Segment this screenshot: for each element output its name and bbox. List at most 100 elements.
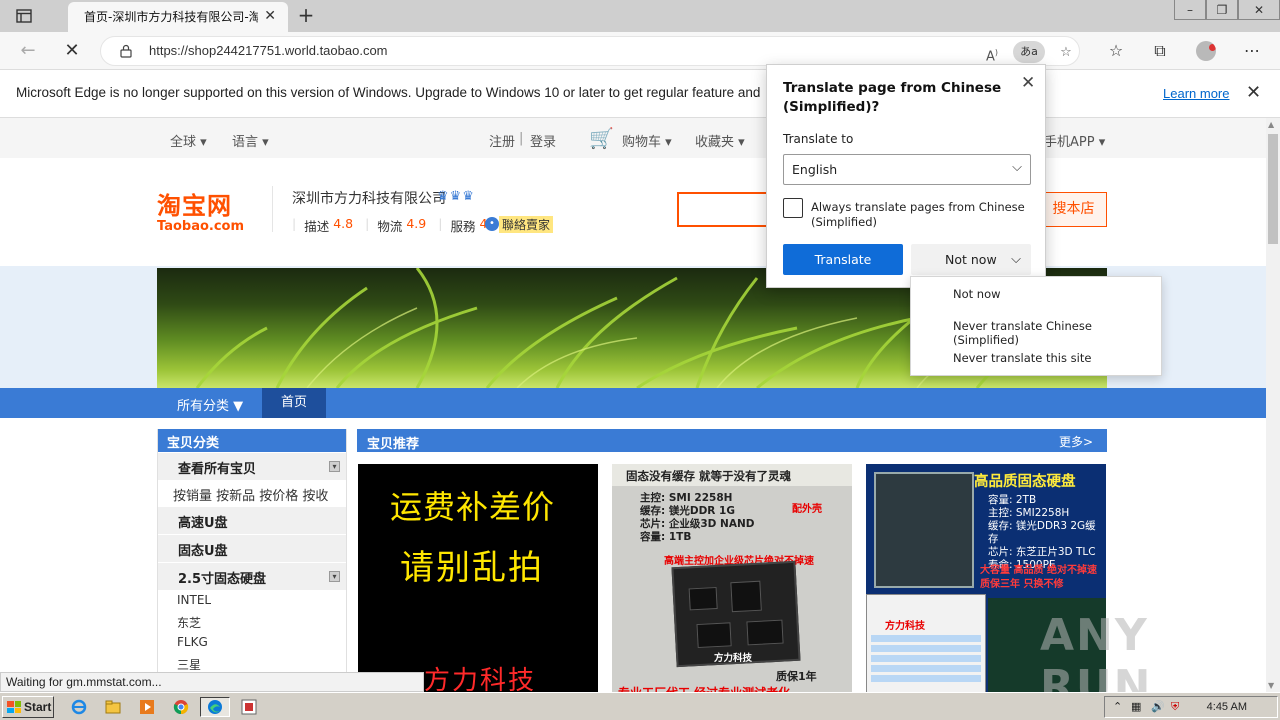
url-field[interactable]: https://shop244217751.world.taobao.com A…	[100, 36, 1080, 66]
not-now-dropdown: Not now Never translate Chinese (Simplif…	[910, 276, 1162, 376]
cart-icon[interactable]: 🛒	[589, 126, 614, 150]
menu-item-not-now[interactable]: Not now	[911, 277, 1161, 309]
sort-links[interactable]: 按销量 按新品 按价格 按收藏	[158, 480, 346, 523]
add-favorite-icon[interactable]: ☆	[1055, 43, 1077, 63]
read-aloud-icon[interactable]: A)	[981, 43, 1003, 64]
close-tab-icon[interactable]: ✕	[264, 8, 276, 32]
url-text: https://shop244217751.world.taobao.com	[149, 43, 388, 58]
product-card-ssd-1tb[interactable]: 固态没有缓存 就等于没有了灵魂 主控: SMI 2258H 缓存: 镁光DDR …	[612, 464, 852, 692]
translate-title: Translate page from Chinese (Simplified)…	[783, 80, 1002, 115]
windows-taskbar: Start ⌃ ▦ 🔊 ⛨ 4:45 AM	[0, 692, 1280, 720]
tab-actions-icon[interactable]	[8, 6, 40, 26]
all-categories-menu[interactable]: 所有分类 ▼	[177, 395, 243, 414]
shop-ratings: | 描述4.8 | 物流4.9 | 服務4.9	[292, 216, 499, 234]
not-now-button[interactable]: Not now ⌵	[911, 244, 1031, 275]
lock-icon[interactable]	[119, 44, 133, 58]
translate-icon[interactable]: あa	[1013, 41, 1045, 63]
unsupported-os-infobar: Microsoft Edge is no longer supported on…	[0, 70, 1280, 118]
category-25-ssd[interactable]: 2.5寸固态硬盘 ▾	[158, 562, 346, 590]
home-tab[interactable]: 首页	[262, 388, 326, 418]
sidebar-title: 宝贝分类	[158, 429, 346, 452]
scroll-down-icon[interactable]: ▼	[1268, 681, 1274, 690]
close-window-button[interactable]: ✕	[1238, 0, 1280, 20]
global-menu[interactable]: 全球 ▾	[170, 131, 207, 150]
site-top-bar: 全球 ▾ 语言 ▾ 注册 | 登录 🛒 购物车 ▾ 收藏夹 ▾ 手机APP ▾	[0, 118, 1266, 158]
taobao-logo[interactable]: 淘宝网 Taobao.com	[157, 186, 257, 236]
show-hidden-icons[interactable]: ⌃	[1113, 700, 1122, 713]
favorites-icon[interactable]: ☆	[1105, 41, 1127, 61]
category-usb-fast[interactable]: 高速U盘	[158, 506, 346, 534]
app-icon[interactable]	[238, 697, 260, 717]
category-sidebar: 宝贝分类 查看所有宝贝▾ 按销量 按新品 按价格 按收藏 高速U盘 固态U盘 2…	[157, 429, 347, 692]
sub-item-flkg[interactable]: FLKG	[158, 632, 346, 653]
chat-icon: •	[485, 217, 499, 231]
collections-icon[interactable]: ⧉	[1149, 41, 1171, 61]
translate-to-label: Translate to	[783, 132, 854, 146]
tab-bar: 首页-深圳市方力科技有限公司-淘宝网 ✕ + – ❐ ✕	[0, 0, 1280, 32]
scroll-up-icon[interactable]: ▲	[1268, 120, 1274, 129]
translate-button[interactable]: Translate	[783, 244, 903, 275]
close-popup-icon[interactable]: ✕	[1021, 73, 1035, 93]
back-icon[interactable]: ←	[16, 40, 40, 62]
view-all-items[interactable]: 查看所有宝贝 ▾	[158, 452, 346, 480]
browser-tab[interactable]: 首页-深圳市方力科技有限公司-淘宝网 ✕	[68, 2, 288, 32]
minimize-button[interactable]: –	[1174, 0, 1206, 20]
more-link[interactable]: 更多>	[1059, 433, 1093, 450]
sub-item-intel[interactable]: INTEL	[158, 590, 346, 611]
window-controls: – ❐ ✕	[1174, 0, 1280, 32]
menu-item-never-translate-site[interactable]: Never translate this site	[911, 341, 1161, 373]
benchmark-screenshot: 方力科技	[866, 594, 986, 692]
recommended-header: 宝贝推荐 更多>	[357, 429, 1107, 452]
mobile-app-menu[interactable]: 手机APP ▾	[1044, 131, 1105, 150]
login-link[interactable]: 登录	[530, 131, 556, 150]
chevron-down-icon[interactable]: ⌵	[1011, 244, 1021, 275]
ie-icon[interactable]	[68, 697, 90, 717]
close-infobar-icon[interactable]: ✕	[1246, 82, 1261, 103]
security-icon[interactable]: ⛨	[1171, 700, 1179, 714]
register-link[interactable]: 注册	[489, 131, 515, 150]
media-player-icon[interactable]	[136, 697, 158, 717]
profile-icon[interactable]	[1196, 41, 1216, 61]
new-tab-button[interactable]: +	[294, 4, 318, 28]
search-shop-button[interactable]: 搜本店	[1040, 192, 1107, 227]
sub-item-toshiba[interactable]: 东芝	[158, 611, 346, 632]
chevron-down-icon: ⌵	[1012, 160, 1022, 175]
product-card-shipping[interactable]: 运费补差价 请别乱拍 方力科技	[358, 464, 598, 692]
category-ssd-usb[interactable]: 固态U盘	[158, 534, 346, 562]
clock: 4:45 AM	[1206, 701, 1247, 713]
menu-item-never-translate-language[interactable]: Never translate Chinese (Simplified)	[911, 309, 1161, 347]
language-menu[interactable]: 语言 ▾	[232, 131, 269, 150]
always-translate-checkbox[interactable]	[783, 198, 803, 218]
chrome-icon[interactable]	[170, 697, 192, 717]
edge-taskbar-button[interactable]	[200, 697, 230, 717]
sub-item-samsung[interactable]: 三星	[158, 653, 346, 674]
favorites-menu[interactable]: 收藏夹 ▾	[695, 131, 745, 150]
anyrun-watermark: ANY RUN	[1040, 610, 1153, 692]
collapse-icon[interactable]: ▾	[329, 461, 340, 472]
start-button[interactable]: Start	[2, 696, 54, 718]
search-input[interactable]	[677, 192, 777, 227]
cart-menu[interactable]: 购物车 ▾	[622, 131, 672, 150]
learn-more-link[interactable]: Learn more	[1163, 86, 1229, 101]
page-scrollbar[interactable]: ▲ ▼	[1266, 118, 1280, 692]
tab-title: 首页-深圳市方力科技有限公司-淘宝网	[84, 10, 259, 24]
shop-name[interactable]: 深圳市方力科技有限公司	[292, 188, 446, 208]
crown-rating-icon: ♛♛♛	[437, 189, 475, 204]
system-tray: ⌃ ▦ 🔊 ⛨ 4:45 AM	[1104, 696, 1278, 718]
more-icon[interactable]: ⋯	[1241, 41, 1263, 61]
stop-icon[interactable]: ✕	[60, 40, 84, 62]
volume-icon[interactable]: 🔊	[1151, 700, 1165, 713]
contact-seller-button[interactable]: • 聯絡賣家	[485, 215, 554, 233]
shop-header: 淘宝网 Taobao.com 深圳市方力科技有限公司 ♛♛♛ | 描述 4.8 |…	[0, 158, 1266, 266]
network-icon[interactable]: ▦	[1131, 700, 1141, 713]
folder-icon[interactable]	[102, 697, 124, 717]
address-bar: ← ✕ https://shop244217751.world.taobao.c…	[0, 32, 1280, 70]
web-page: 全球 ▾ 语言 ▾ 注册 | 登录 🛒 购物车 ▾ 收藏夹 ▾ 手机APP ▾ …	[0, 118, 1266, 692]
infobar-message: Microsoft Edge is no longer supported on…	[16, 85, 761, 100]
scroll-thumb[interactable]	[1268, 134, 1278, 244]
ssd-board-image	[874, 472, 974, 588]
collapse-icon[interactable]: ▾	[329, 571, 340, 582]
target-language-select[interactable]: English ⌵	[783, 154, 1031, 185]
shop-nav-bar: 所有分类 ▼ 首页	[0, 388, 1266, 418]
restore-button[interactable]: ❐	[1206, 0, 1238, 20]
